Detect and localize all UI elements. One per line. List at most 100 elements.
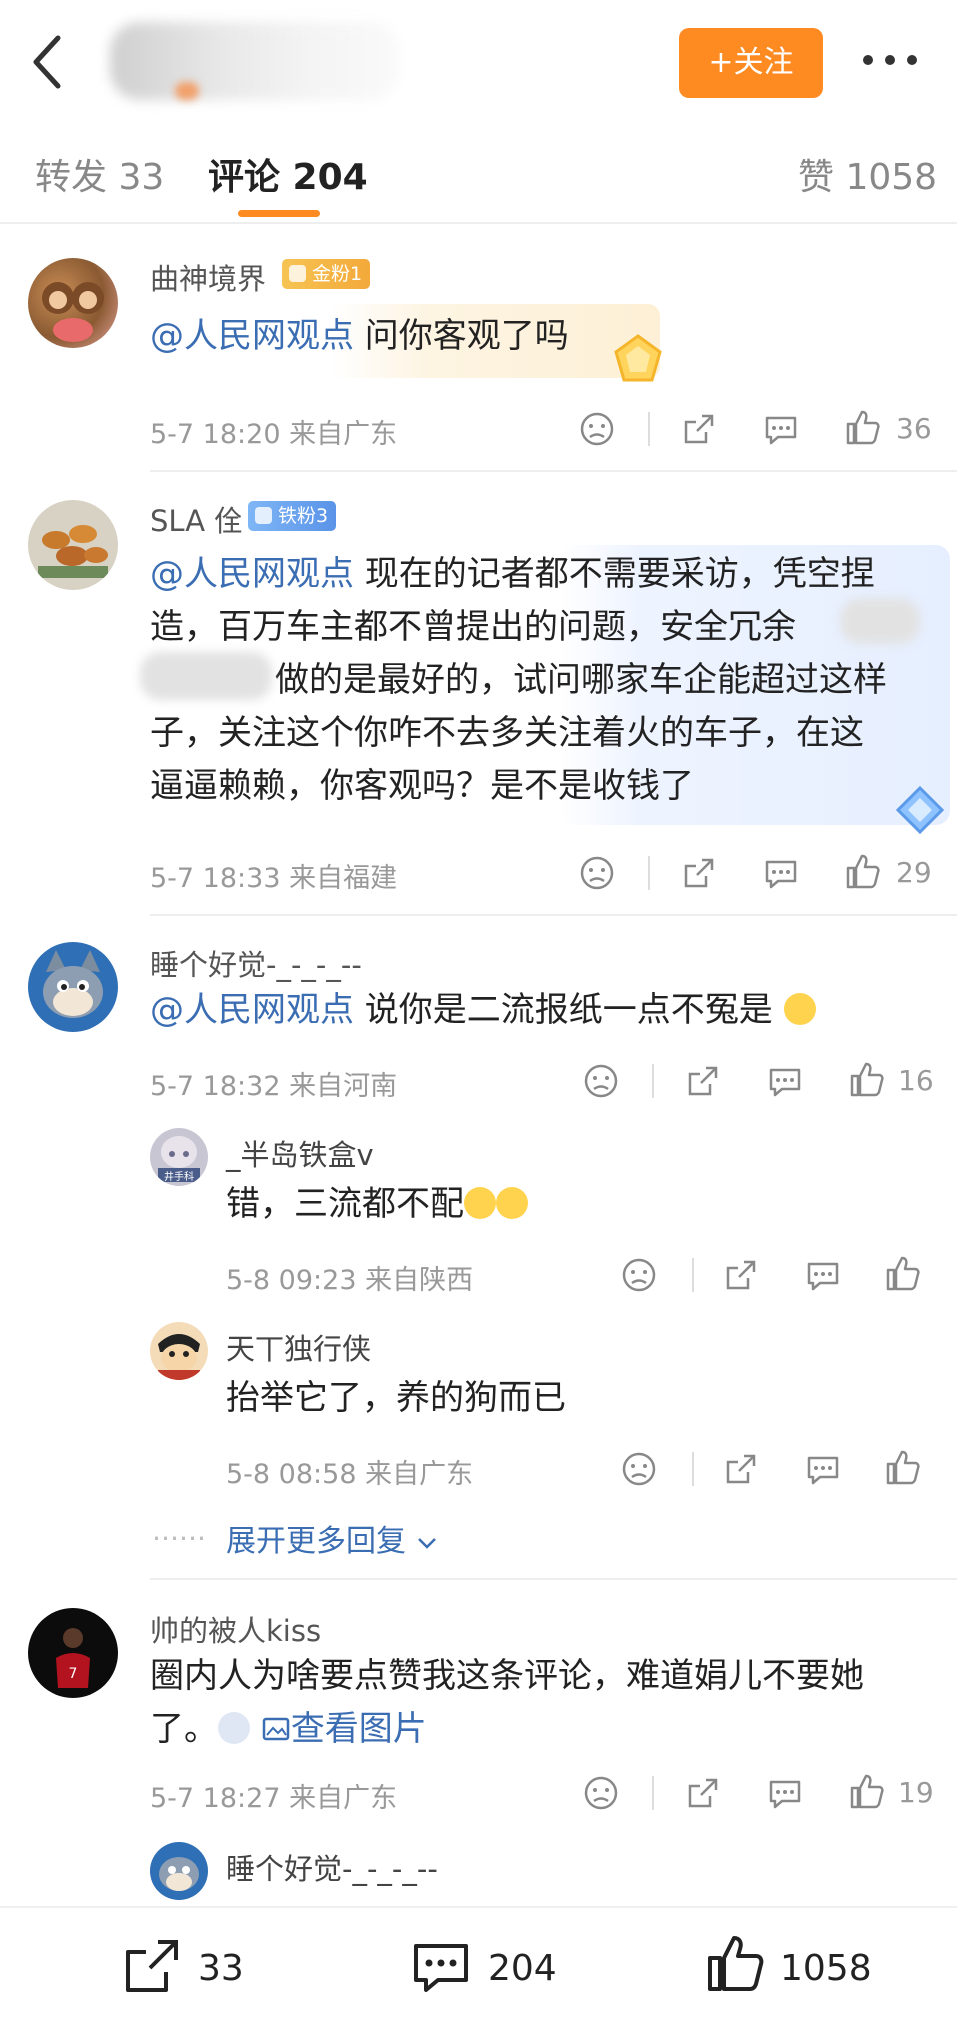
comment-meta: 5-7 18:27 来自广东	[150, 1783, 398, 1814]
divider	[692, 1258, 694, 1292]
comment-text: @人民网观点 说你是二流报纸一点不冤是	[150, 984, 816, 1037]
laugh-cry-emoji-icon	[496, 1187, 528, 1219]
back-arrow-icon[interactable]	[28, 34, 68, 90]
comment-icon[interactable]	[804, 1256, 842, 1294]
diamond-icon	[255, 507, 272, 524]
username[interactable]: 帅的被人kiss	[150, 1608, 321, 1650]
comment-text: 圈内人为啥要点赞我这条评论，难道娟儿不要她 了。 查看图片	[150, 1656, 864, 1749]
like-count: 29	[896, 856, 932, 889]
cat-avatar-icon	[159, 1857, 199, 1891]
comment-count[interactable]: 204	[488, 1948, 557, 1989]
dislike-face-icon[interactable]	[620, 1450, 658, 1488]
comment-text: @人民网观点 问你客观了吗	[150, 316, 569, 356]
username[interactable]: 睡个好觉-_-_-_--	[226, 1846, 438, 1888]
crown-icon	[289, 265, 306, 282]
like-count: 19	[898, 1776, 934, 1809]
username[interactable]: _半岛铁盒v	[226, 1132, 374, 1174]
username[interactable]: 睡个好觉-_-_-_--	[150, 942, 362, 984]
gold-gem-icon	[614, 334, 662, 382]
comment-meta: 5-7 18:33 来自福建	[150, 863, 398, 894]
tab-comments[interactable]: 评论 204	[208, 148, 368, 200]
username[interactable]: SLA 佺	[150, 498, 243, 540]
divider	[648, 856, 650, 890]
mention-link[interactable]: @人民网观点	[150, 990, 354, 1030]
divider	[150, 1578, 957, 1580]
username[interactable]: 天丅独行侠	[226, 1326, 371, 1368]
like-count[interactable]: 1058	[780, 1948, 872, 1989]
cartoon-boy-avatar-icon	[158, 1334, 200, 1380]
dislike-face-icon[interactable]	[578, 854, 616, 892]
dislike-face-icon[interactable]	[620, 1256, 658, 1294]
laugh-cry-emoji-icon	[464, 1187, 496, 1219]
share-icon[interactable]	[680, 854, 718, 892]
divider	[150, 470, 957, 472]
comment-icon[interactable]	[766, 1774, 804, 1812]
avatar[interactable]	[28, 500, 118, 590]
share-icon[interactable]	[684, 1062, 722, 1100]
blurred-account-name	[110, 22, 400, 100]
reply-meta: 5-8 09:23 来自陕西	[226, 1265, 474, 1296]
monkey-avatar-icon	[42, 282, 104, 342]
top-bar: +关注	[0, 0, 957, 118]
like-count: 16	[898, 1064, 934, 1097]
divider	[150, 914, 957, 916]
mushroom-avatar-icon	[38, 525, 108, 578]
mention-link[interactable]: @人民网观点	[150, 554, 354, 594]
chevron-down-icon	[417, 1538, 436, 1549]
view-image-link[interactable]: 查看图片	[261, 1709, 427, 1749]
more-options-icon[interactable]	[860, 50, 920, 70]
comment-icon[interactable]	[762, 410, 800, 448]
bottom-action-bar: 33 204 1058	[0, 1906, 957, 2022]
mention-link[interactable]: @人民网观点	[150, 316, 354, 356]
tab-likes[interactable]: 赞 1058	[798, 148, 937, 200]
image-icon	[262, 1717, 290, 1741]
like-thumb-icon[interactable]	[884, 1254, 922, 1292]
like-count: 36	[896, 412, 932, 445]
avatar[interactable]	[28, 258, 118, 348]
username[interactable]: 曲神境界	[150, 256, 266, 298]
like-thumb-icon[interactable]	[884, 1448, 922, 1486]
comment-icon[interactable]	[804, 1450, 842, 1488]
share-icon[interactable]	[722, 1256, 760, 1294]
reply-text: 抬举它了，养的狗而已	[226, 1378, 566, 1418]
comment-meta: 5-7 18:20 来自广东	[150, 419, 398, 450]
tab-bar: 转发 33 评论 204 赞 1058	[0, 118, 957, 224]
avatar[interactable]	[150, 1322, 208, 1380]
avatar[interactable]	[28, 942, 118, 1032]
share-icon[interactable]	[684, 1774, 722, 1812]
svg-text:井手科: 井手科	[164, 1170, 194, 1183]
redaction-blur	[840, 598, 920, 644]
comment-icon[interactable]	[762, 854, 800, 892]
like-thumb-icon[interactable]	[848, 1060, 886, 1098]
comment-icon[interactable]	[410, 1936, 472, 1998]
blurred-account-avatar	[175, 82, 199, 100]
avatar[interactable]	[150, 1842, 208, 1900]
fan-badge: 金粉1	[282, 259, 371, 289]
active-tab-indicator	[238, 210, 320, 217]
tab-repost[interactable]: 转发 33	[35, 148, 164, 200]
divider	[648, 412, 650, 446]
redaction-blur	[140, 652, 272, 700]
avatar[interactable]: 井手科	[150, 1128, 208, 1186]
share-icon[interactable]	[722, 1450, 760, 1488]
blue-gem-icon	[895, 785, 945, 835]
fan-badge: 铁粉3	[248, 501, 337, 531]
like-thumb-icon[interactable]	[844, 408, 882, 446]
share-icon[interactable]	[680, 410, 718, 448]
like-thumb-icon[interactable]	[844, 852, 882, 890]
dislike-face-icon[interactable]	[578, 410, 616, 448]
cat-avatar-icon	[43, 950, 103, 1018]
dislike-face-icon[interactable]	[582, 1062, 620, 1100]
like-thumb-icon[interactable]	[848, 1772, 886, 1810]
repost-icon[interactable]	[120, 1936, 182, 1998]
expand-dots: ……	[152, 1516, 206, 1547]
like-thumb-icon[interactable]	[704, 1932, 766, 1994]
comment-meta: 5-7 18:32 来自河南	[150, 1071, 398, 1102]
repost-count[interactable]: 33	[198, 1948, 244, 1989]
avatar[interactable]: 7	[28, 1608, 118, 1698]
expand-replies-link[interactable]: 展开更多回复	[226, 1516, 438, 1560]
follow-button[interactable]: +关注	[679, 28, 823, 98]
comment-icon[interactable]	[766, 1062, 804, 1100]
divider	[692, 1452, 694, 1486]
dislike-face-icon[interactable]	[582, 1774, 620, 1812]
